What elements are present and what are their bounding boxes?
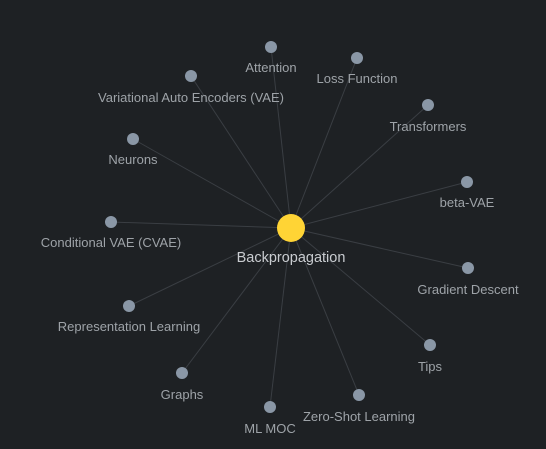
node-transformers-label[interactable]: Transformers [390, 119, 467, 134]
node-zero-shot-learning-dot[interactable] [353, 389, 365, 401]
node-conditional-vae[interactable]: Conditional VAE (CVAE) [41, 216, 181, 250]
node-ml-moc-dot[interactable] [264, 401, 276, 413]
node-variational-auto-encoders-dot[interactable] [185, 70, 197, 82]
node-tips-label[interactable]: Tips [418, 359, 443, 374]
node-conditional-vae-label[interactable]: Conditional VAE (CVAE) [41, 235, 181, 250]
node-beta-vae[interactable]: beta-VAE [440, 176, 495, 210]
graph-canvas[interactable]: Attention Loss Function Variational Auto E… [0, 0, 546, 449]
node-transformers[interactable]: Transformers [390, 99, 467, 134]
edge-tips [290, 227, 431, 346]
node-beta-vae-dot[interactable] [461, 176, 473, 188]
node-transformers-dot[interactable] [422, 99, 434, 111]
node-zero-shot-learning-label[interactable]: Zero-Shot Learning [303, 409, 415, 424]
node-attention-dot[interactable] [265, 41, 277, 53]
node-graphs-label[interactable]: Graphs [161, 387, 204, 402]
node-variational-auto-encoders[interactable]: Variational Auto Encoders (VAE) [98, 70, 284, 105]
node-loss-function[interactable]: Loss Function [317, 52, 398, 86]
node-gradient-descent-dot[interactable] [462, 262, 474, 274]
node-ml-moc[interactable]: ML MOC [244, 401, 296, 436]
node-representation-learning-dot[interactable] [123, 300, 135, 312]
node-loss-function-dot[interactable] [351, 52, 363, 64]
graph-view[interactable]: Attention Loss Function Variational Auto E… [0, 0, 546, 449]
node-beta-vae-label[interactable]: beta-VAE [440, 195, 495, 210]
node-gradient-descent[interactable]: Gradient Descent [417, 262, 519, 297]
node-zero-shot-learning[interactable]: Zero-Shot Learning [303, 389, 415, 424]
node-attention[interactable]: Attention [245, 41, 297, 75]
center-node-dot[interactable] [277, 214, 305, 242]
node-neurons[interactable]: Neurons [108, 133, 158, 167]
node-attention-label[interactable]: Attention [245, 60, 296, 75]
node-graphs[interactable]: Graphs [161, 367, 204, 402]
node-representation-learning-label[interactable]: Representation Learning [58, 319, 200, 334]
center-node-group[interactable]: Backpropagation [237, 214, 346, 266]
node-neurons-dot[interactable] [127, 133, 139, 145]
graph-nodes: Attention Loss Function Variational Auto E… [41, 41, 519, 436]
node-tips-dot[interactable] [424, 339, 436, 351]
node-ml-moc-label[interactable]: ML MOC [244, 421, 296, 436]
node-graphs-dot[interactable] [176, 367, 188, 379]
node-gradient-descent-label[interactable]: Gradient Descent [417, 282, 519, 297]
center-node-label[interactable]: Backpropagation [237, 250, 346, 266]
edge-conditional-vae [110, 221, 292, 229]
node-variational-auto-encoders-label[interactable]: Variational Auto Encoders (VAE) [98, 90, 284, 105]
node-conditional-vae-dot[interactable] [105, 216, 117, 228]
node-neurons-label[interactable]: Neurons [108, 152, 158, 167]
node-tips[interactable]: Tips [418, 339, 443, 374]
node-loss-function-label[interactable]: Loss Function [317, 71, 398, 86]
node-representation-learning[interactable]: Representation Learning [58, 300, 200, 334]
